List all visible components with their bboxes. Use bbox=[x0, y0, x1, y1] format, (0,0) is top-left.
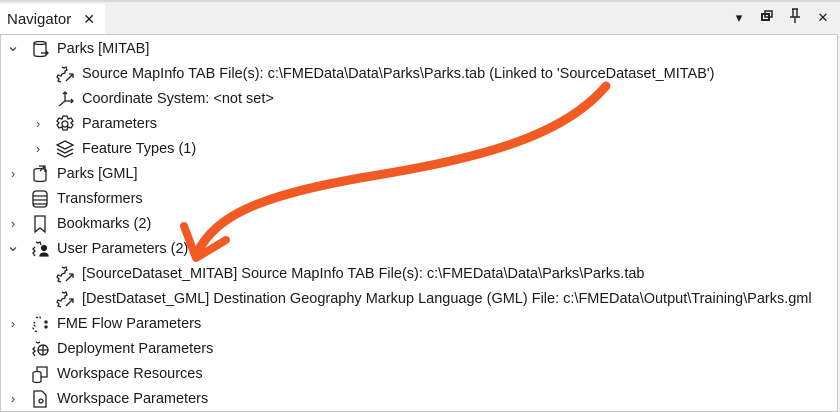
tree-item-label: Source MapInfo TAB File(s): c:\FMEData\D… bbox=[82, 65, 715, 82]
chevron-right-icon[interactable]: › bbox=[6, 216, 20, 231]
chevron-right-icon[interactable]: › bbox=[31, 141, 45, 156]
tree-item[interactable]: Source MapInfo TAB File(s): c:\FMEData\D… bbox=[1, 61, 837, 86]
tab-navigator[interactable]: Navigator ✕ bbox=[0, 4, 105, 34]
linked-parameter-icon bbox=[55, 289, 75, 309]
globe-gear-icon bbox=[30, 339, 50, 359]
tree-item[interactable]: Transformers bbox=[1, 186, 837, 211]
float-panel-icon[interactable] bbox=[760, 10, 774, 25]
tree-item-label: Parks [GML] bbox=[57, 165, 138, 182]
tree-item-label: [DestDataset_GML] Destination Geography … bbox=[82, 290, 812, 307]
tree-item[interactable]: › Feature Types (1) bbox=[1, 136, 837, 161]
tree-item-label: Workspace Resources bbox=[57, 365, 203, 382]
tree-item-label: Deployment Parameters bbox=[57, 340, 214, 357]
chevron-down-icon[interactable]: ⌄ bbox=[6, 236, 20, 256]
linked-parameter-icon bbox=[55, 264, 75, 284]
navigator-tree: ⌄ Parks [MITAB] Source MapInfo TAB File(s)… bbox=[0, 34, 838, 412]
resources-icon bbox=[30, 364, 50, 384]
tree-item[interactable]: › Parks [GML] bbox=[1, 161, 837, 186]
tree-item[interactable]: ⌄ User Parameters (2) bbox=[1, 236, 837, 261]
tree-item[interactable]: › Workspace Parameters bbox=[1, 386, 837, 411]
close-tab-icon[interactable]: ✕ bbox=[83, 11, 95, 28]
tree-item-label: Workspace Parameters bbox=[57, 390, 209, 407]
tree-item-label: Transformers bbox=[57, 190, 143, 207]
tree-item-label: Bookmarks (2) bbox=[57, 215, 152, 232]
close-panel-icon[interactable]: ✕ bbox=[816, 10, 830, 26]
tree-item-label: Parks [MITAB] bbox=[57, 40, 150, 57]
tree-item[interactable]: › Bookmarks (2) bbox=[1, 211, 837, 236]
tree-item[interactable]: › FME Flow Parameters bbox=[1, 311, 837, 336]
tree-item[interactable]: Coordinate System: <not set> bbox=[1, 86, 837, 111]
chevron-right-icon[interactable]: › bbox=[6, 391, 20, 406]
tab-bar: Navigator ✕ ▾ ✕ bbox=[0, 0, 840, 34]
tree-item-label: User Parameters (2) bbox=[57, 240, 189, 257]
layers-icon bbox=[55, 139, 75, 159]
bookmark-icon bbox=[30, 214, 50, 234]
database-writer-icon bbox=[30, 164, 50, 184]
coordinate-axes-icon bbox=[55, 89, 75, 109]
workspace-gear-icon bbox=[30, 389, 50, 409]
tree-item-label: Parameters bbox=[82, 115, 157, 132]
tree-item-label: FME Flow Parameters bbox=[57, 315, 202, 332]
tree-item[interactable]: Workspace Resources bbox=[1, 361, 837, 386]
panel-menu-icon[interactable]: ▾ bbox=[732, 10, 746, 26]
gear-icon bbox=[55, 114, 75, 134]
chevron-right-icon[interactable]: › bbox=[6, 166, 20, 181]
tree-item-label: [SourceDataset_MITAB] Source MapInfo TAB… bbox=[82, 265, 645, 282]
tree-item-label: Feature Types (1) bbox=[82, 140, 197, 157]
flow-parameters-icon bbox=[30, 314, 50, 334]
tree-item[interactable]: [DestDataset_GML] Destination Geography … bbox=[1, 286, 837, 311]
database-reader-icon bbox=[30, 39, 50, 59]
tree-item[interactable]: [SourceDataset_MITAB] Source MapInfo TAB… bbox=[1, 261, 837, 286]
tree-item-label: Coordinate System: <not set> bbox=[82, 90, 274, 107]
user-parameters-icon bbox=[30, 239, 50, 259]
pin-icon[interactable] bbox=[788, 8, 802, 27]
tab-title: Navigator bbox=[7, 10, 72, 28]
chevron-right-icon[interactable]: › bbox=[31, 116, 45, 131]
linked-parameter-icon bbox=[55, 64, 75, 84]
chevron-right-icon[interactable]: › bbox=[6, 316, 20, 331]
chevron-down-icon[interactable]: ⌄ bbox=[6, 36, 20, 56]
tree-item[interactable]: Deployment Parameters bbox=[1, 336, 837, 361]
tree-item[interactable]: ⌄ Parks [MITAB] bbox=[1, 36, 837, 61]
tree-item[interactable]: › Parameters bbox=[1, 111, 837, 136]
transformers-icon bbox=[30, 189, 50, 209]
